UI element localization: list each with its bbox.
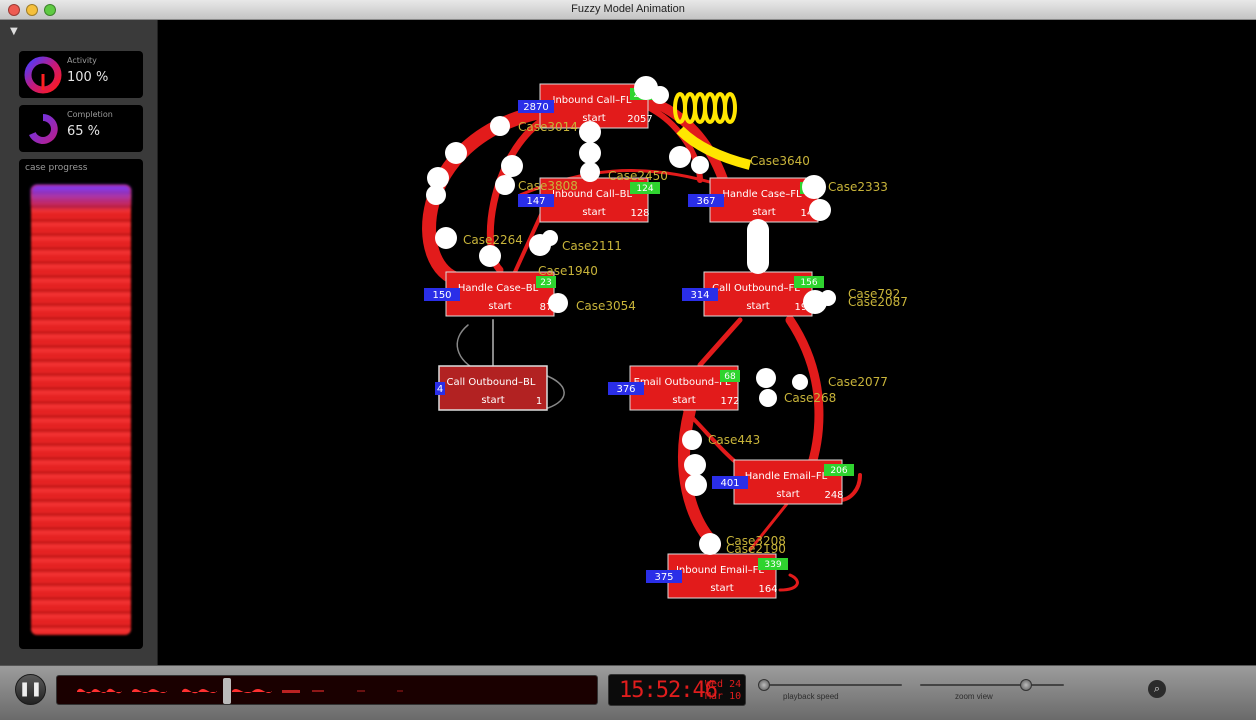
node-start-label: start <box>746 301 769 312</box>
node-start-label: start <box>488 301 511 312</box>
case-label: Case2450 <box>608 169 668 183</box>
case-label: Case2333 <box>828 180 888 194</box>
playback-speed-slider[interactable] <box>758 679 902 691</box>
case-label: Case2087 <box>848 295 908 309</box>
top-count: 23 <box>540 278 551 288</box>
node-handle-case-fl[interactable]: Handle Case–FLstart36779140 <box>688 177 820 223</box>
node-label: Call Outbound–FL <box>712 283 800 294</box>
in-count: 375 <box>654 572 673 583</box>
node-label: Handle Email–FL <box>745 471 828 482</box>
zoom-view-slider[interactable] <box>920 679 1064 691</box>
in-count: 314 <box>690 290 709 301</box>
in-count: 367 <box>696 196 715 207</box>
playback-speed-knob[interactable] <box>758 679 770 691</box>
pause-icon: ❚❚ <box>18 681 43 697</box>
timeline-waveform <box>77 678 403 704</box>
node-handle-email-fl[interactable]: Handle Email–FL start 401 206 248 <box>712 459 854 505</box>
node-call-outbound-fl[interactable]: Call Outbound–FLstart314156197 <box>682 271 824 317</box>
bottom-count: 248 <box>824 490 843 501</box>
magnifier-icon[interactable]: ⌕ <box>1148 680 1166 698</box>
process-map-canvas[interactable]: Inbound Call–FLstart287024722057Inbound … <box>160 20 1256 665</box>
node-label: Handle Case–BL <box>458 283 539 294</box>
activity-label: Activity <box>67 56 97 65</box>
case-label: Case3014 <box>518 120 578 134</box>
bottom-count: 172 <box>720 396 739 407</box>
in-count: 147 <box>526 196 545 207</box>
case-label: Case3054 <box>576 299 636 313</box>
window-title: Fuzzy Model Animation <box>571 3 685 15</box>
activity-dial-icon <box>24 56 62 94</box>
node-call-outbound-bl[interactable]: Call Outbound–BL start 4 1 <box>435 365 548 411</box>
sidebar: ▼ Activity 100 % Completion 65 % case pr… <box>0 20 158 665</box>
bottom-count: 164 <box>758 584 777 595</box>
timeline-playhead[interactable] <box>223 678 231 704</box>
case-label: Case2077 <box>828 375 888 389</box>
clock-month: Mar 10 <box>705 691 742 702</box>
in-count: 4 <box>437 384 443 395</box>
case-label: Case443 <box>708 433 760 447</box>
pause-button[interactable]: ❚❚ <box>15 674 46 705</box>
case-label: Case3640 <box>750 154 810 168</box>
node-start-label: start <box>752 207 775 218</box>
process-map[interactable]: Inbound Call–FLstart287024722057Inbound … <box>160 20 1256 665</box>
case-label: Case3808 <box>518 179 578 193</box>
case-label: Case268 <box>784 391 836 405</box>
activity-gauge: Activity 100 % <box>19 51 143 98</box>
node-email-outbound-fl[interactable]: Email Outbound–FL start 376 68 172 <box>608 365 740 411</box>
title-bar: Fuzzy Model Animation <box>0 0 1256 20</box>
top-count: 206 <box>830 466 847 476</box>
top-count: 124 <box>636 184 653 194</box>
in-count: 376 <box>616 384 635 395</box>
bottom-count: 2057 <box>627 114 652 125</box>
case-label: Case2190 <box>726 542 786 556</box>
case-progress-labels <box>19 159 143 649</box>
completion-dial-icon <box>29 114 58 144</box>
zoom-view-knob[interactable] <box>1020 679 1032 691</box>
node-label: Call Outbound–BL <box>447 377 536 388</box>
clock-time: 15:52:46 <box>619 678 718 703</box>
in-count: 2870 <box>523 102 548 113</box>
in-count: 401 <box>720 478 739 489</box>
completion-gauge: Completion 65 % <box>19 105 143 152</box>
node-label: Inbound Call–FL <box>553 95 632 106</box>
clock-display: 15:52:46 Wed 24 Mar 10 <box>608 674 746 706</box>
node-label: Inbound Email–FL <box>676 565 764 576</box>
collapse-triangle-icon[interactable]: ▼ <box>10 26 18 37</box>
playback-toolbar: ❚❚ 15:52:46 Wed 24 Mar 10 playback speed… <box>0 665 1256 720</box>
in-count: 150 <box>432 290 451 301</box>
node-start-label: start <box>481 395 504 406</box>
case-label: Case2111 <box>562 239 622 253</box>
node-start-label: start <box>710 583 733 594</box>
zoom-view-label: zoom view <box>955 692 993 701</box>
node-inbound-email-fl[interactable]: Inbound Email–FL start 375 339 164 <box>646 553 788 599</box>
node-start-label: start <box>776 489 799 500</box>
bottom-count: 1 <box>536 396 542 407</box>
node-label: Handle Case–FL <box>722 189 802 200</box>
timeline-scrubber[interactable] <box>56 675 598 705</box>
app-window: Fuzzy Model Animation ▼ Activity 100 % C… <box>0 0 1256 720</box>
activity-value: 100 % <box>67 70 109 85</box>
node-start-label: start <box>672 395 695 406</box>
case-label: Case2264 <box>463 233 523 247</box>
top-count: 339 <box>764 560 781 570</box>
top-count: 68 <box>724 372 736 382</box>
playback-speed-label: playback speed <box>783 692 839 701</box>
node-label: Email Outbound–FL <box>634 377 731 388</box>
clock-day: Wed 24 <box>705 679 742 690</box>
completion-label: Completion <box>67 110 113 119</box>
bottom-count: 128 <box>630 208 649 219</box>
case-label: Case1940 <box>538 264 598 278</box>
top-count: 156 <box>800 278 817 288</box>
case-progress-panel: case progress <box>19 159 143 649</box>
completion-value: 65 % <box>67 124 101 139</box>
node-start-label: start <box>582 207 605 218</box>
